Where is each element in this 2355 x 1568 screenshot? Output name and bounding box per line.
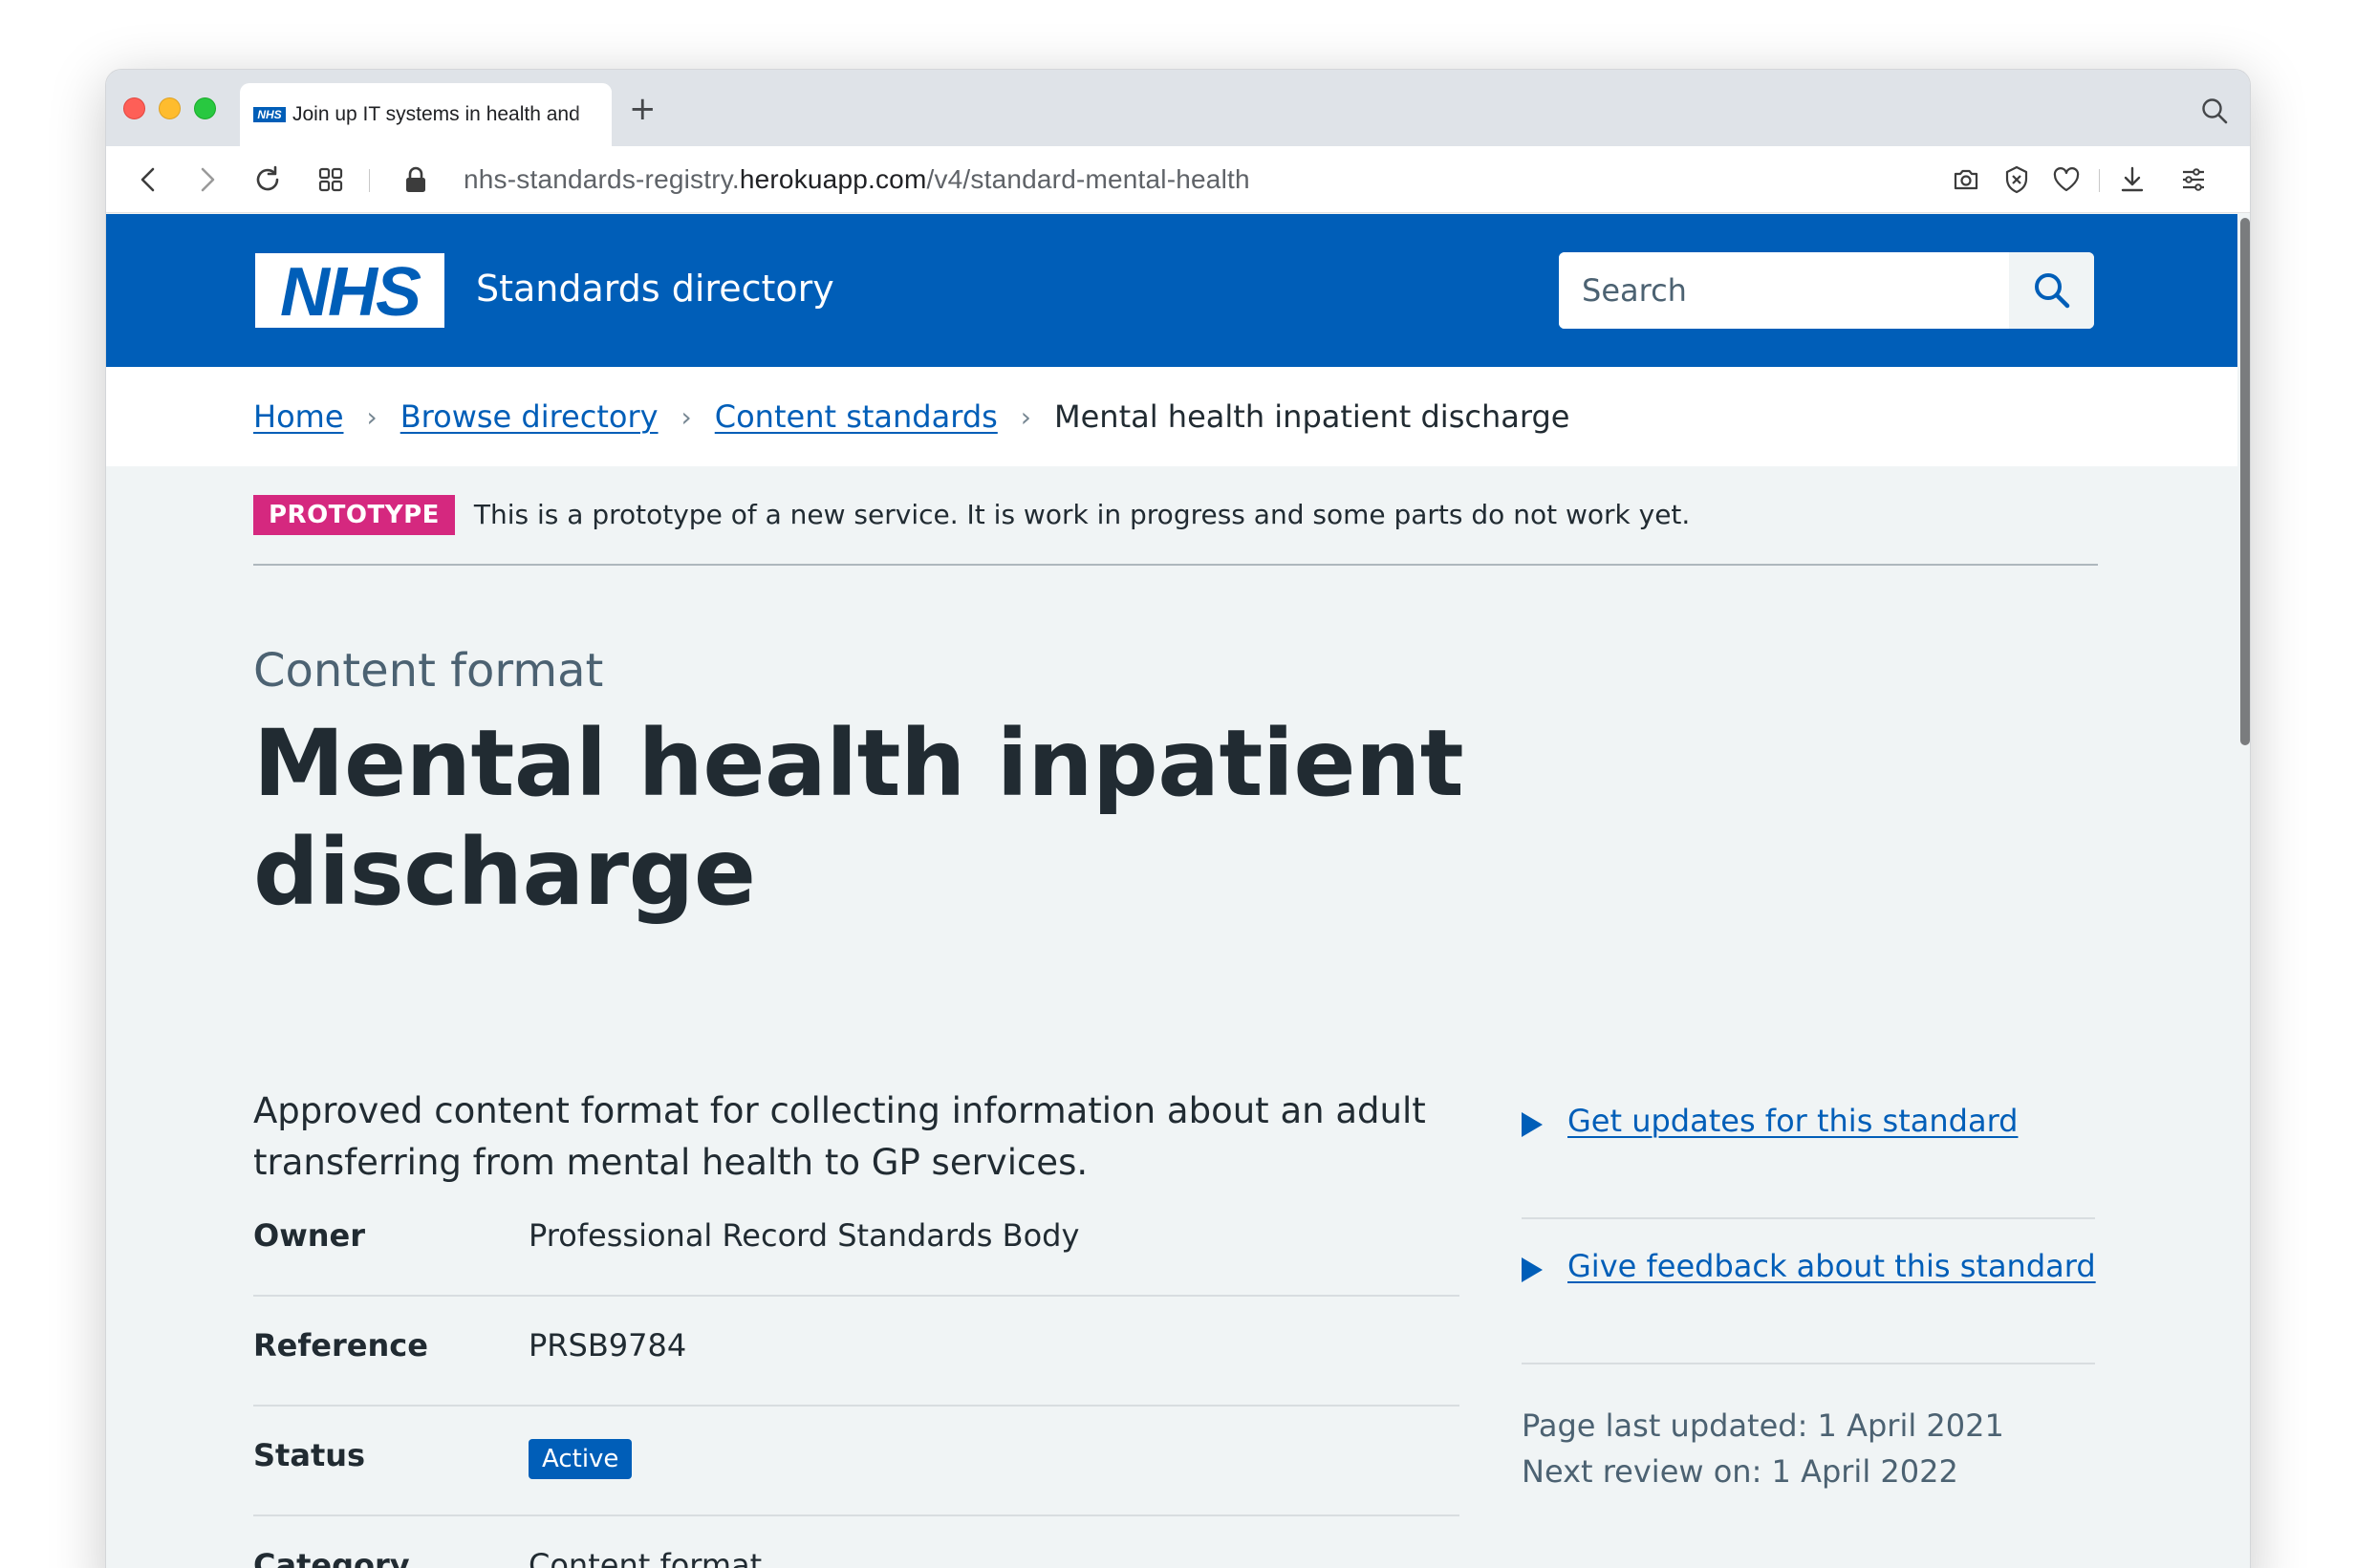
arrow-right-icon xyxy=(1522,1257,1543,1282)
browser-toolbar: nhs-standards-registry.herokuapp.com/v4/… xyxy=(106,146,2250,213)
download-icon[interactable] xyxy=(2115,162,2150,197)
prototype-tag: PROTOTYPE xyxy=(253,495,455,535)
last-updated-text: Page last updated: 1 April 2021 xyxy=(1522,1407,2004,1444)
give-feedback-item: Give feedback about this standard xyxy=(1522,1219,2096,1364)
close-window-button[interactable] xyxy=(123,97,145,119)
nhs-logo[interactable]: NHS xyxy=(253,251,446,333)
tab-title: Join up IT systems in health and xyxy=(292,103,580,125)
summary-row-owner: Owner Professional Record Standards Body xyxy=(253,1187,1459,1297)
related-actions: Get updates for this standard Give feedb… xyxy=(1522,1074,2096,1490)
new-tab-button[interactable]: + xyxy=(629,93,657,125)
menu-icon[interactable] xyxy=(2176,162,2211,197)
search-button[interactable] xyxy=(2009,252,2094,329)
minimize-window-button[interactable] xyxy=(159,97,181,119)
shield-icon[interactable] xyxy=(1999,162,2034,197)
summary-key: Reference xyxy=(253,1327,428,1364)
breadcrumb-current: Mental health inpatient discharge xyxy=(1054,398,1570,435)
status-badge: Active xyxy=(529,1439,633,1479)
breadcrumb-home[interactable]: Home xyxy=(253,398,344,435)
breadcrumb-content-standards[interactable]: Content standards xyxy=(715,398,998,435)
grid-icon[interactable] xyxy=(313,162,348,197)
phase-banner-text: This is a prototype of a new service. It… xyxy=(473,499,1691,530)
browser-window: NHS Join up IT systems in health and + n… xyxy=(106,70,2250,1568)
zoom-window-button[interactable] xyxy=(194,97,216,119)
summary-row-status: Status Active xyxy=(253,1407,1459,1516)
phase-banner: PROTOTYPE This is a prototype of a new s… xyxy=(253,495,2098,566)
get-updates-item: Get updates for this standard xyxy=(1522,1074,2095,1219)
browser-tab-active[interactable]: NHS Join up IT systems in health and xyxy=(240,83,612,146)
chevron-right-icon: › xyxy=(681,400,692,433)
nhs-favicon-icon: NHS xyxy=(253,107,286,122)
chevron-left-icon[interactable] xyxy=(131,162,165,197)
chevron-right-icon[interactable] xyxy=(190,162,225,197)
give-feedback-link[interactable]: Give feedback about this standard xyxy=(1567,1248,2096,1284)
svg-text:NHS: NHS xyxy=(280,254,421,330)
summary-row-category: Category Content format xyxy=(253,1516,1459,1568)
summary-key: Category xyxy=(253,1547,410,1568)
breadcrumb: Home › Browse directory › Content standa… xyxy=(106,367,2237,466)
scrollbar-thumb[interactable] xyxy=(2240,218,2250,745)
camera-icon[interactable] xyxy=(1949,162,1983,197)
site-header: NHS Standards directory xyxy=(106,214,2237,367)
summary-value: PRSB9784 xyxy=(529,1327,687,1364)
summary-key: Status xyxy=(253,1437,366,1473)
page-viewport: NHS Standards directory Home › Browse di… xyxy=(106,214,2237,1568)
next-review-text: Next review on: 1 April 2022 xyxy=(1522,1453,1958,1490)
lede-text: Approved content format for collecting i… xyxy=(253,1090,1426,1183)
arrow-right-icon xyxy=(1522,1112,1543,1137)
lock-icon[interactable] xyxy=(399,162,433,197)
chevron-right-icon: › xyxy=(1020,400,1031,433)
address-bar[interactable]: nhs-standards-registry.herokuapp.com/v4/… xyxy=(464,164,1250,195)
chevron-right-icon: › xyxy=(366,400,378,433)
page-caption: Content format xyxy=(253,644,604,698)
reload-icon[interactable] xyxy=(250,162,285,197)
page-meta: Page last updated: 1 April 2021 Next rev… xyxy=(1522,1403,2004,1494)
breadcrumb-browse-directory[interactable]: Browse directory xyxy=(400,398,659,435)
summary-value: Content format xyxy=(529,1547,763,1568)
search-icon xyxy=(2034,273,2069,309)
heart-icon[interactable] xyxy=(2049,162,2084,197)
page-title: Mental health inpatient discharge xyxy=(253,710,1464,926)
summary-row-reference: Reference PRSB9784 xyxy=(253,1297,1459,1407)
site-search xyxy=(1559,252,2094,329)
get-updates-link[interactable]: Get updates for this standard xyxy=(1567,1103,2018,1139)
tab-bar: NHS Join up IT systems in health and + xyxy=(106,70,2250,146)
search-input[interactable] xyxy=(1559,252,2009,329)
summary-list: Owner Professional Record Standards Body… xyxy=(253,1187,1459,1568)
service-name[interactable]: Standards directory xyxy=(476,268,834,310)
browser-search-icon[interactable] xyxy=(2200,97,2229,129)
summary-value: Professional Record Standards Body xyxy=(529,1217,1080,1254)
summary-key: Owner xyxy=(253,1217,366,1254)
